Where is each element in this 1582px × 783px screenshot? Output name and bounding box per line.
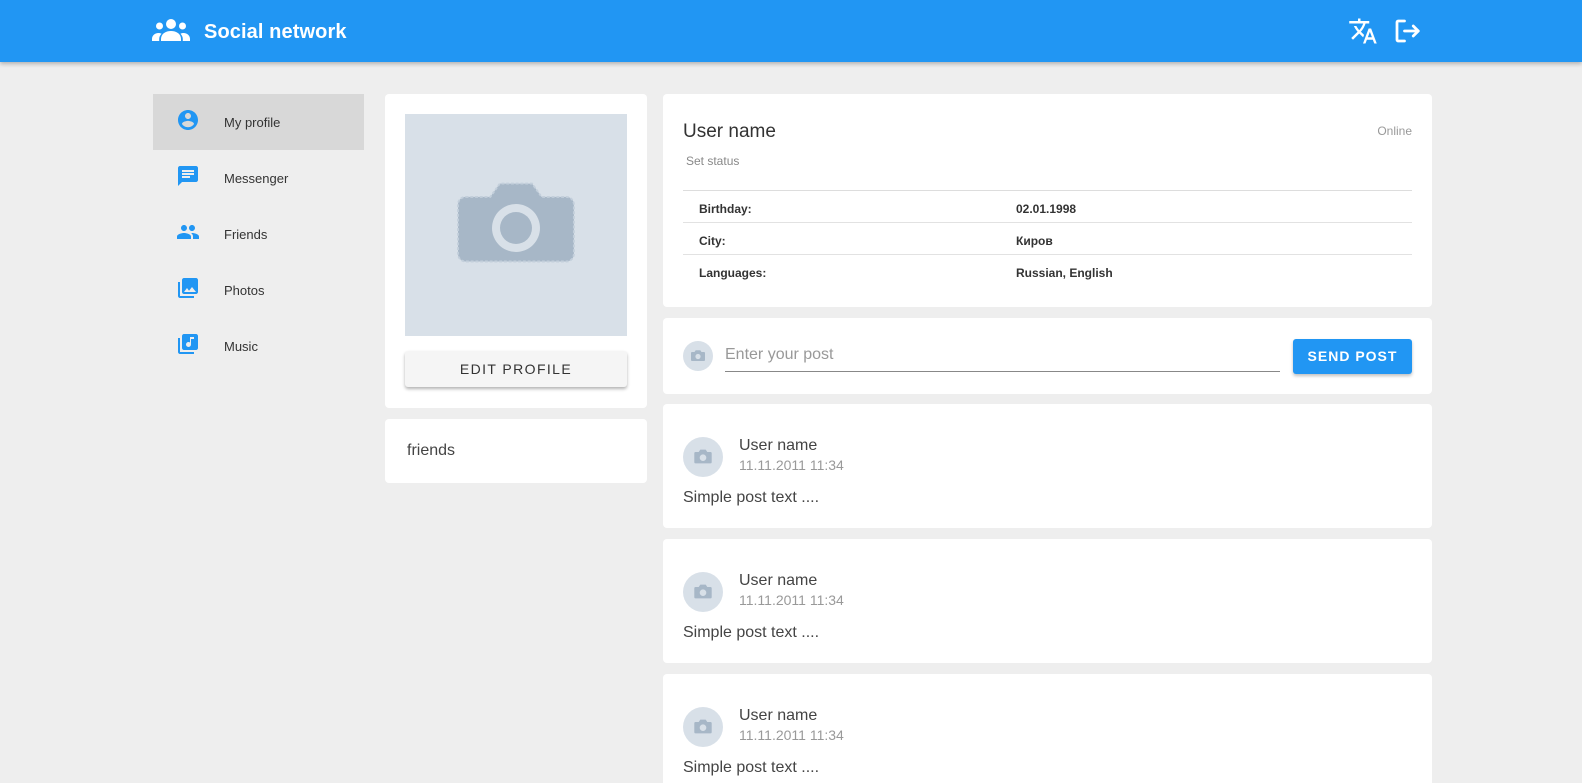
sidebar-nav: My profile Messenger Friends Photos Musi… bbox=[153, 94, 364, 374]
post-author[interactable]: User name bbox=[739, 707, 817, 725]
friends-card[interactable]: friends bbox=[385, 419, 647, 483]
info-value: Russian, English bbox=[1016, 266, 1113, 280]
composer-avatar bbox=[683, 341, 713, 371]
app-title: Social network bbox=[204, 21, 347, 43]
app-bar-actions bbox=[1334, 16, 1422, 46]
info-key: Languages: bbox=[699, 266, 767, 280]
profile-info-table: Birthday: 02.01.1998 City: Киров Languag… bbox=[683, 190, 1412, 287]
post-avatar[interactable] bbox=[683, 707, 723, 747]
post-text: Simple post text .... bbox=[683, 624, 820, 641]
post-date: 11.11.2011 11:34 bbox=[739, 592, 844, 608]
post-avatar[interactable] bbox=[683, 572, 723, 612]
info-row-city: City: Киров bbox=[683, 223, 1412, 255]
photos-icon bbox=[176, 276, 200, 305]
translate-icon[interactable] bbox=[1348, 16, 1378, 46]
info-row-birthday: Birthday: 02.01.1998 bbox=[683, 191, 1412, 223]
profile-photo[interactable] bbox=[405, 114, 627, 336]
camera-icon bbox=[683, 350, 713, 375]
sidebar-item-label: Photos bbox=[224, 282, 265, 298]
camera-icon bbox=[683, 584, 723, 616]
profile-avatar-card: EDIT PROFILE bbox=[385, 94, 647, 408]
profile-name: User name bbox=[683, 121, 776, 142]
post-date: 11.11.2011 11:34 bbox=[739, 727, 844, 743]
profile-info-card: User name Set status Online Birthday: 02… bbox=[663, 94, 1432, 307]
brand[interactable]: Social network bbox=[152, 17, 347, 48]
sidebar-item-photos[interactable]: Photos bbox=[153, 262, 364, 318]
account-circle-icon bbox=[176, 108, 200, 137]
sidebar-item-label: Messenger bbox=[224, 170, 289, 186]
sidebar-item-music[interactable]: Music bbox=[153, 318, 364, 374]
post-date: 11.11.2011 11:34 bbox=[739, 457, 844, 473]
info-value: Киров bbox=[1016, 234, 1053, 248]
sidebar-item-label: My profile bbox=[224, 114, 281, 130]
set-status-link[interactable]: Set status bbox=[686, 154, 739, 168]
sidebar-item-label: Music bbox=[224, 338, 258, 354]
sidebar-item-my-profile[interactable]: My profile bbox=[153, 94, 364, 150]
info-key: Birthday: bbox=[699, 202, 752, 216]
post-card: User name 11.11.2011 11:34 Simple post t… bbox=[663, 674, 1432, 783]
info-row-languages: Languages: Russian, English bbox=[683, 255, 1412, 287]
post-text: Simple post text .... bbox=[683, 489, 820, 506]
post-author[interactable]: User name bbox=[739, 437, 817, 455]
edit-profile-button[interactable]: EDIT PROFILE bbox=[405, 351, 627, 387]
music-library-icon bbox=[176, 332, 200, 361]
sidebar-item-messenger[interactable]: Messenger bbox=[153, 150, 364, 206]
post-text: Simple post text .... bbox=[683, 759, 820, 776]
friends-icon bbox=[176, 220, 200, 249]
sidebar-item-friends[interactable]: Friends bbox=[153, 206, 364, 262]
camera-icon bbox=[683, 449, 723, 481]
online-status: Online bbox=[1377, 124, 1412, 138]
message-icon bbox=[176, 164, 200, 193]
info-value: 02.01.1998 bbox=[1016, 202, 1077, 216]
app-bar: Social network bbox=[0, 0, 1582, 62]
people-icon bbox=[152, 17, 190, 48]
logout-icon[interactable] bbox=[1392, 16, 1422, 46]
info-key: City: bbox=[699, 234, 726, 248]
send-post-button[interactable]: SEND POST bbox=[1293, 339, 1412, 374]
post-avatar[interactable] bbox=[683, 437, 723, 477]
post-input[interactable] bbox=[725, 338, 1280, 372]
camera-icon bbox=[683, 719, 723, 751]
post-author[interactable]: User name bbox=[739, 572, 817, 590]
post-composer: SEND POST bbox=[663, 318, 1432, 394]
post-card: User name 11.11.2011 11:34 Simple post t… bbox=[663, 404, 1432, 528]
friends-label: friends bbox=[407, 442, 456, 459]
post-card: User name 11.11.2011 11:34 Simple post t… bbox=[663, 539, 1432, 663]
sidebar-item-label: Friends bbox=[224, 226, 268, 242]
